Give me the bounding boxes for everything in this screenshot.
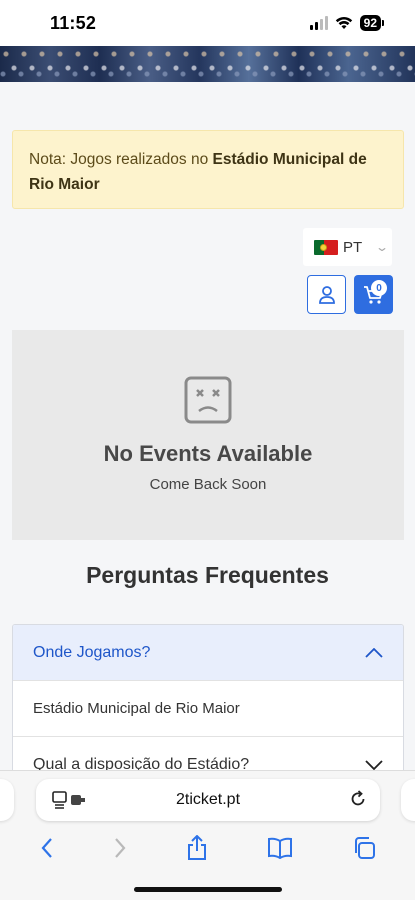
language-select[interactable]: PT ⌄ <box>303 228 392 266</box>
user-icon <box>318 285 335 304</box>
back-icon[interactable] <box>40 837 54 859</box>
faq-question-1[interactable]: Onde Jogamos? <box>13 625 403 681</box>
faq-accordion: Onde Jogamos? Estádio Municipal de Rio M… <box>12 624 404 794</box>
tabs-icon[interactable] <box>352 836 376 860</box>
stadium-banner-image <box>0 46 415 82</box>
faq-answer-label: Estádio Municipal de Rio Maior <box>33 700 240 717</box>
next-tab-peek[interactable] <box>401 779 415 821</box>
wifi-icon <box>335 17 352 29</box>
battery-indicator: 92 <box>359 15 385 31</box>
url-text: 2ticket.pt <box>175 791 241 808</box>
faq-question-label: Onde Jogamos? <box>33 643 151 661</box>
browser-chrome: 2ticket.pt <box>0 770 415 900</box>
cart-count-badge: 0 <box>371 280 387 296</box>
reload-icon[interactable] <box>348 789 368 809</box>
chevron-down-icon <box>365 759 383 770</box>
address-bar[interactable]: 2ticket.pt <box>36 779 380 821</box>
account-button[interactable] <box>307 275 346 314</box>
portugal-flag-icon <box>314 239 338 255</box>
status-time: 11:52 <box>50 12 97 33</box>
browser-toolbar <box>0 833 415 863</box>
language-label: PT <box>343 238 363 256</box>
bookmarks-icon[interactable] <box>267 837 293 859</box>
share-icon[interactable] <box>186 835 208 861</box>
venue-notice: Nota: Jogos realizados no Estádio Munici… <box>12 130 404 209</box>
cart-button[interactable]: 0 <box>354 275 393 314</box>
cellular-signal-icon <box>309 16 328 30</box>
forward-icon[interactable] <box>113 837 127 859</box>
status-icons: 92 <box>309 15 385 31</box>
page-menu-icon[interactable] <box>52 790 88 810</box>
empty-title: No Events Available <box>103 441 313 466</box>
empty-subtitle: Come Back Soon <box>149 476 267 493</box>
sad-face-icon <box>184 376 232 424</box>
status-bar: 11:52 92 <box>0 0 415 46</box>
chevron-up-icon <box>365 647 383 658</box>
notice-prefix: Nota: Jogos realizados no <box>29 151 213 168</box>
no-events-panel: No Events Available Come Back Soon <box>12 330 404 540</box>
faq-answer-1: Estádio Municipal de Rio Maior <box>13 681 403 737</box>
previous-tab-peek[interactable] <box>0 779 14 821</box>
chevron-down-icon: ⌄ <box>375 240 390 254</box>
faq-title: Perguntas Frequentes <box>86 562 329 588</box>
home-indicator <box>134 887 282 892</box>
